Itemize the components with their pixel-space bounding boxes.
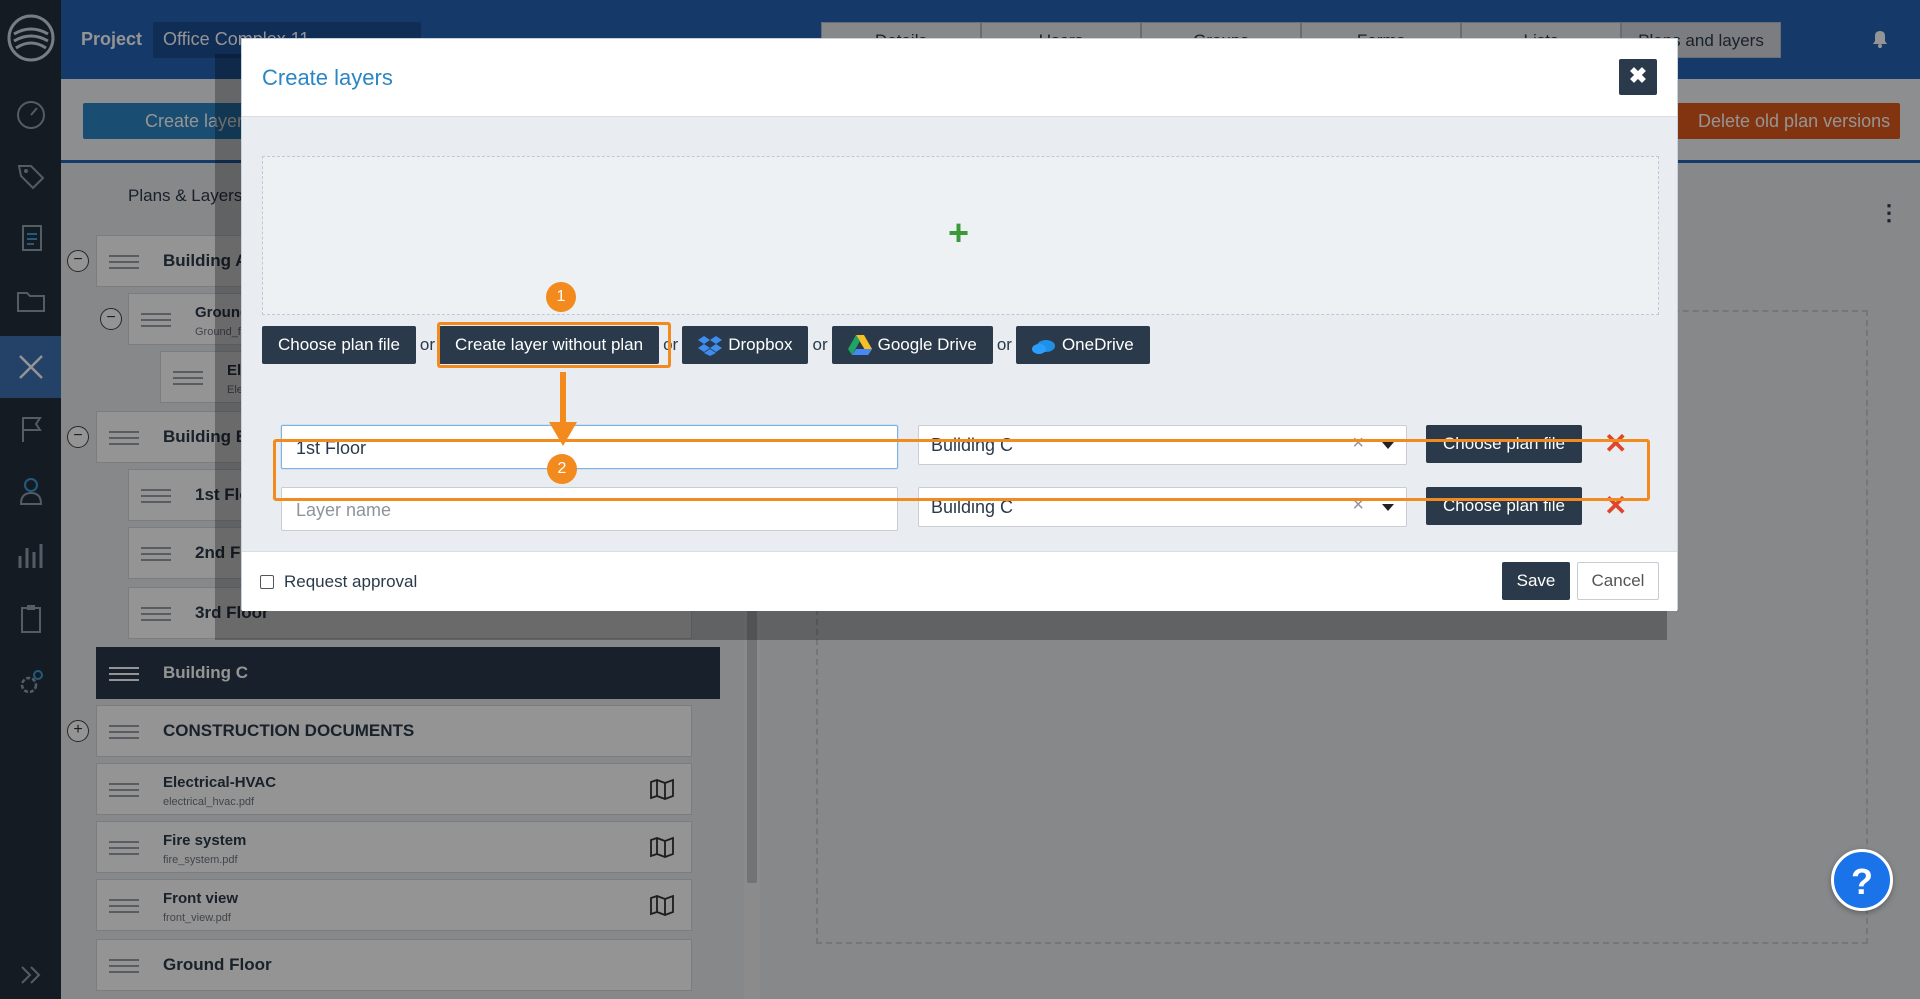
save-button[interactable]: Save (1502, 562, 1570, 600)
dropbox-button[interactable]: Dropbox (682, 326, 809, 364)
google-drive-icon (847, 335, 872, 355)
onedrive-icon (1031, 340, 1055, 354)
or-separator: or (419, 335, 436, 354)
dialog-title: Create layers (262, 65, 393, 90)
dialog-footer: Request approval Save Cancel (242, 551, 1677, 611)
source-buttons: Choose plan file or Create layer without… (262, 325, 1150, 365)
choose-plan-file-button[interactable]: Choose plan file (262, 326, 416, 364)
google-drive-label: Google Drive (877, 335, 977, 354)
arrow-icon (549, 372, 577, 446)
dropbox-icon (698, 336, 723, 356)
file-dropzone[interactable]: + (262, 156, 1659, 315)
or-separator: or (996, 335, 1012, 354)
highlight-new-layer-row (273, 439, 1650, 501)
add-icon: + (948, 212, 970, 253)
step-badge-2: 2 (547, 454, 577, 484)
help-button[interactable]: ? (1831, 849, 1893, 911)
dropbox-label: Dropbox (728, 335, 793, 354)
onedrive-label: OneDrive (1061, 335, 1134, 354)
request-approval-label: Request approval (284, 572, 418, 591)
request-approval-checkbox[interactable]: Request approval (260, 572, 417, 592)
cancel-button[interactable]: Cancel (1577, 562, 1659, 600)
google-drive-button[interactable]: Google Drive (831, 326, 993, 364)
onedrive-button[interactable]: OneDrive (1015, 326, 1150, 364)
chevron-down-icon[interactable] (1382, 504, 1394, 511)
dialog-header: Create layers ✖ (242, 39, 1677, 117)
checkbox-box[interactable] (260, 575, 274, 589)
or-separator: or (812, 335, 828, 354)
step-badge-1: 1 (546, 282, 576, 312)
close-icon[interactable]: ✖ (1619, 59, 1657, 95)
highlight-create-without-plan (437, 322, 671, 368)
